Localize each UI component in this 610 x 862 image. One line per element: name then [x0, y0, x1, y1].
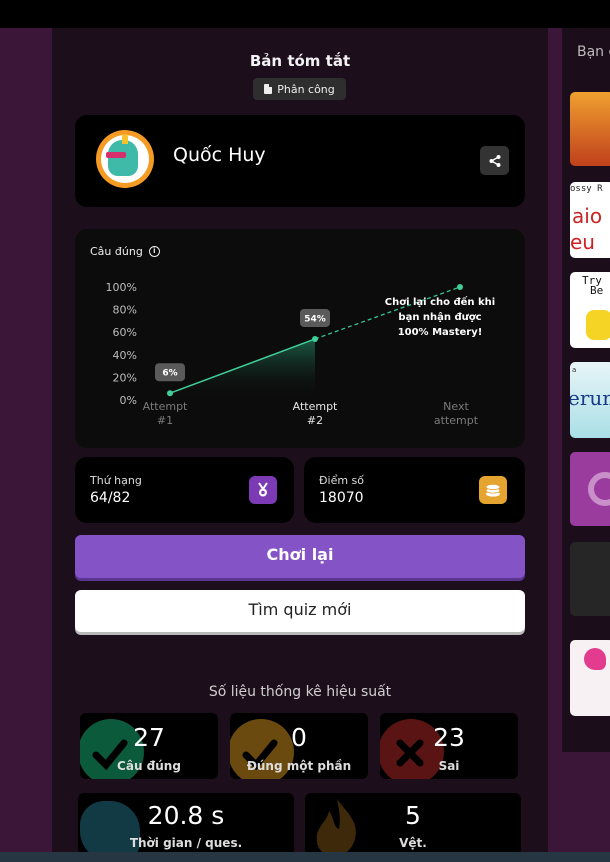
correct-count: 27	[133, 723, 165, 752]
share-icon	[489, 154, 500, 167]
player-name: Quốc Huy	[173, 144, 266, 166]
correct-label: Câu đúng	[117, 759, 181, 773]
score-card: Điểm số 18070	[304, 457, 525, 523]
quiz-thumbnail-1[interactable]	[570, 92, 610, 166]
streak-label: Vệt.	[399, 836, 427, 850]
score-label: Điểm số	[319, 474, 365, 487]
assignment-label: Phân công	[277, 82, 335, 96]
accuracy-chart: 100% 80% 60% 40% 20% 0% 6% 54% Chơi lại cho đến …	[106, 281, 496, 427]
assignment-badge[interactable]: Phân công	[253, 78, 346, 100]
chart-annotation: bạn nhận được	[398, 311, 481, 323]
performance-title: Số liệu thống kê hiệu suất	[208, 684, 392, 700]
x-tick-label: attempt	[434, 414, 479, 427]
quiz-thumbnail-2[interactable]: ossy R aio eu	[570, 182, 610, 258]
time-label: Thời gian / ques.	[129, 836, 243, 850]
accuracy-chart-card: Câu đúng i 100% 80% 60% 40% 20% 0% 6% 54% Chơi l…	[75, 229, 525, 448]
suggested-quizzes-panel: ossy R aio eu Try Be a erum	[562, 28, 610, 752]
x-tick-label: #1	[157, 414, 173, 427]
right-bottom-background	[562, 752, 610, 862]
share-button[interactable]	[480, 146, 509, 175]
page-title: Bản tóm tắt	[249, 52, 351, 70]
x-tick-label: #2	[307, 414, 323, 427]
correct-stat-card: 27 Câu đúng	[80, 713, 218, 779]
coins-icon	[479, 476, 507, 504]
streak-count: 5	[405, 801, 421, 830]
browser-top-bar	[0, 0, 610, 28]
data-point	[167, 390, 173, 397]
avatar	[96, 130, 154, 188]
streak-stat-card: 5 Vệt.	[305, 793, 521, 855]
y-tick-label: 80%	[113, 304, 137, 317]
y-tick-label: 20%	[113, 371, 137, 384]
find-new-quiz-button[interactable]: Tìm quiz mới	[75, 590, 525, 632]
chart-area	[170, 338, 315, 400]
wrong-stat-card: 23 Sai	[380, 713, 518, 779]
chart-annotation: 100% Mastery!	[398, 327, 483, 338]
document-icon	[264, 84, 273, 94]
quiz-thumbnail-5[interactable]	[570, 452, 610, 526]
x-tick-label: Attempt	[143, 400, 188, 413]
chart-annotation: Chơi lại cho đến khi	[385, 295, 495, 308]
rank-value: 64/82	[90, 490, 131, 506]
right-gutter	[548, 28, 562, 862]
rank-card: Thứ hạng 64/82	[75, 457, 294, 523]
left-background	[0, 28, 52, 862]
x-tick-label: Attempt	[293, 400, 338, 413]
profile-card: Quốc Huy	[75, 115, 525, 207]
partial-label: Đúng một phần	[246, 759, 352, 773]
taskbar-strip	[0, 852, 610, 862]
partial-stat-card: 0 Đúng một phần	[230, 713, 368, 779]
quiz-thumbnail-6[interactable]	[570, 542, 610, 616]
wrong-count: 23	[433, 723, 465, 752]
wrong-label: Sai	[438, 759, 460, 773]
medal-icon	[249, 476, 277, 504]
value-label: 54%	[304, 314, 326, 324]
time-stat-card: 20.8 s Thời gian / ques.	[78, 793, 294, 855]
play-again-button[interactable]: Chơi lại	[75, 535, 525, 578]
y-tick-label: 100%	[106, 281, 137, 294]
time-per-question: 20.8 s	[147, 801, 225, 830]
data-point	[312, 335, 318, 342]
partial-count: 0	[291, 723, 307, 752]
projection-point	[457, 284, 463, 290]
y-tick-label: 0%	[120, 394, 137, 407]
y-tick-label: 60%	[113, 326, 137, 339]
value-label: 6%	[162, 369, 177, 379]
y-tick-label: 40%	[113, 349, 137, 362]
right-panel-title: Bạn c	[577, 44, 610, 60]
score-value: 18070	[319, 490, 364, 506]
quiz-thumbnail-7[interactable]	[570, 640, 610, 716]
x-tick-label: Next	[443, 400, 469, 413]
rank-label: Thứ hạng	[90, 474, 142, 487]
quiz-thumbnail-4[interactable]: a erum	[570, 362, 610, 438]
quiz-thumbnail-3[interactable]: Try Be	[570, 272, 610, 348]
